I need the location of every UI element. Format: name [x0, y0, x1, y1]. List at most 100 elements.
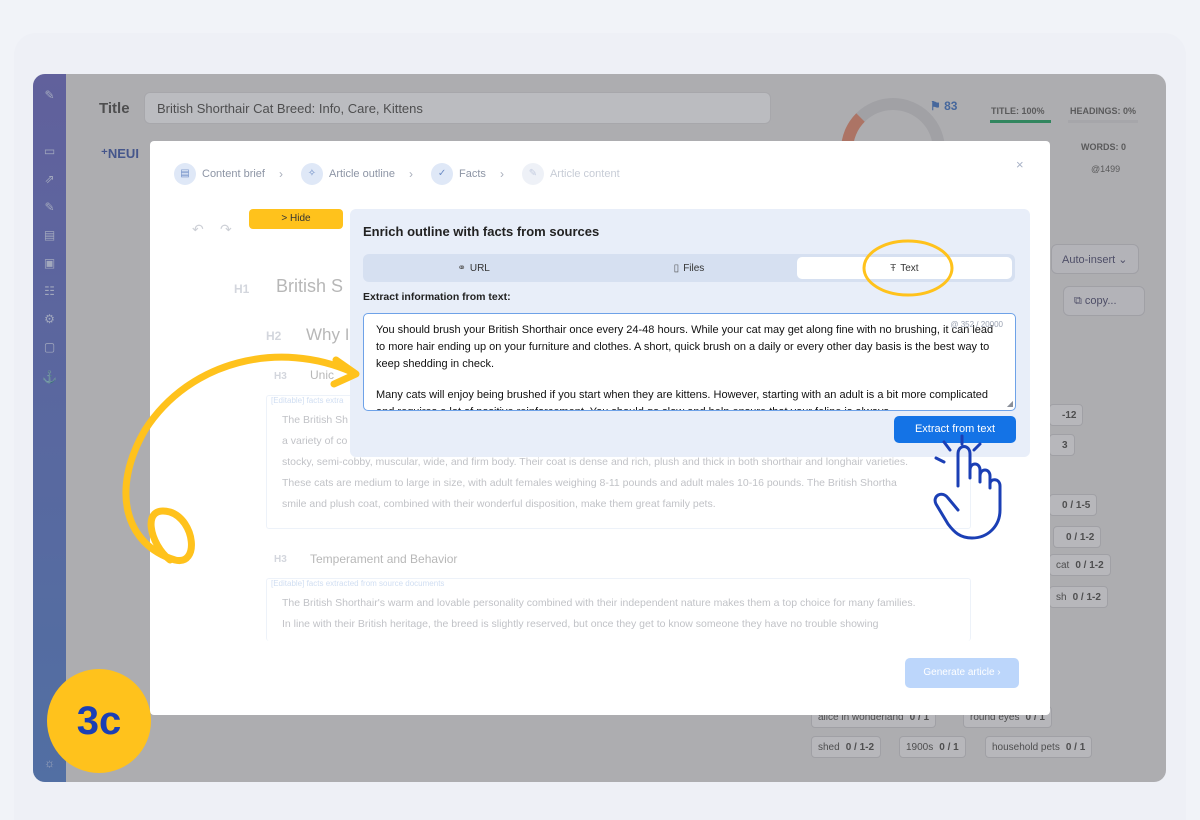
- score-badge-value: 83: [944, 99, 958, 113]
- title-label: Title: [99, 100, 130, 117]
- generate-article-modal: × ▤ Content brief › ✧ Article outline › …: [150, 141, 1050, 715]
- extract-from-text-button[interactable]: Extract from text: [894, 416, 1016, 443]
- keyword-chip[interactable]: 0 / 1-5: [1049, 494, 1098, 516]
- file-icon: ▯: [673, 262, 680, 274]
- close-icon[interactable]: ×: [1016, 157, 1024, 172]
- link-icon: ⚭: [457, 262, 466, 274]
- fact-line: These cats are medium to large in size, …: [282, 477, 897, 489]
- resize-handle-icon[interactable]: ◢: [1007, 399, 1013, 408]
- h1-tag: H1: [234, 282, 250, 296]
- chip-value: 0 / 1-2: [1075, 560, 1104, 571]
- export-icon[interactable]: ⇗: [41, 172, 58, 187]
- headings-stat: HEADINGS: 0%: [1070, 106, 1137, 116]
- neuron-logo: ⁺NEUI: [101, 146, 139, 161]
- pen-icon: ✎: [521, 163, 544, 185]
- text-paragraph: You should brush your British Shorthair …: [376, 324, 994, 370]
- source-text-input[interactable]: @ 352 / 20000 You should brush your Brit…: [363, 313, 1016, 411]
- feather-logo-icon[interactable]: ✎: [41, 88, 58, 103]
- keyword-chip[interactable]: 0 / 1-2: [1053, 526, 1102, 548]
- words-stat: WORDS: 0: [1081, 142, 1126, 152]
- step-article-outline[interactable]: ✧ Article outline: [300, 163, 396, 185]
- fact-line: In line with their British heritage, the…: [282, 618, 879, 630]
- chip-label: sh: [1056, 592, 1067, 603]
- step-label: Content brief: [202, 168, 265, 180]
- folder-icon[interactable]: ▭: [41, 144, 58, 159]
- writer-icon[interactable]: ✎: [41, 200, 58, 215]
- h3-heading[interactable]: Temperament and Behavior: [310, 552, 457, 566]
- step-content-brief[interactable]: ▤ Content brief: [174, 163, 265, 185]
- h2-tag: H2: [266, 329, 282, 343]
- enrich-facts-panel: Enrich outline with facts from sources ⚭…: [350, 209, 1030, 457]
- score-badge: ⚑ 83: [930, 99, 958, 113]
- tab-label: URL: [469, 262, 490, 274]
- chip-value: 3: [1062, 440, 1068, 451]
- panel-title: Enrich outline with facts from sources: [363, 224, 600, 239]
- generate-article-button[interactable]: Generate article ›: [905, 658, 1019, 688]
- step-facts[interactable]: ✓ Facts: [431, 163, 486, 185]
- image-icon[interactable]: ▣: [41, 256, 58, 271]
- chip-label: 1900s: [906, 742, 934, 753]
- settings-icon[interactable]: ⚙: [41, 312, 58, 327]
- chip-label: shed: [818, 742, 840, 753]
- keyword-chip[interactable]: sh 0 / 1-2: [1049, 586, 1108, 608]
- tab-text[interactable]: Ŧ Text: [796, 257, 1012, 279]
- bulb-icon: ✧: [300, 163, 323, 185]
- character-counter: @ 352 / 20000: [950, 320, 1003, 329]
- headings-progress-bar: [1068, 120, 1138, 123]
- check-circle-icon: ✓: [431, 163, 454, 185]
- step-label: Article outline: [328, 168, 396, 180]
- words-target: @1499: [1091, 164, 1121, 174]
- chevron-right-icon: ›: [278, 167, 283, 181]
- title-input[interactable]: British Shorthair Cat Breed: Info, Care,…: [144, 92, 771, 124]
- h2-heading[interactable]: Why I: [306, 325, 349, 345]
- clipboard-icon[interactable]: ▤: [41, 228, 58, 243]
- tab-url[interactable]: ⚭ URL: [366, 257, 581, 279]
- chip-value: 0 / 1-2: [1066, 532, 1095, 543]
- anchor-icon[interactable]: ⚓: [41, 370, 58, 385]
- keyword-chip[interactable]: household pets 0 / 1: [985, 736, 1093, 758]
- keyword-chip[interactable]: shed 0 / 1-2: [811, 736, 882, 758]
- auto-insert-button[interactable]: Auto-insert ⌄: [1051, 244, 1139, 274]
- keyword-chip[interactable]: 1900s 0 / 1: [899, 736, 966, 758]
- step-label: Facts: [459, 168, 486, 180]
- step-badge: 3c: [47, 669, 151, 773]
- h3-tag: H3: [274, 554, 287, 565]
- facts-label: [Editable] facts extracted from source d…: [271, 579, 445, 588]
- tab-label: Files: [683, 262, 705, 274]
- text-paragraph: Many cats will enjoy being brushed if yo…: [376, 389, 989, 410]
- chip-label: household pets: [992, 742, 1060, 753]
- id-card-icon[interactable]: ▢: [41, 340, 58, 355]
- copy-button[interactable]: ⧉ copy...: [1063, 286, 1145, 316]
- wizard-steps: ▤ Content brief › ✧ Article outline › ✓ …: [174, 163, 620, 185]
- sun-icon[interactable]: ☼: [41, 756, 58, 771]
- logo-text: NEUI: [107, 146, 139, 161]
- chip-value: 0 / 1-2: [1072, 592, 1101, 603]
- step-article-content[interactable]: ✎ Article content: [521, 163, 620, 185]
- h3-heading[interactable]: Unic: [310, 368, 334, 382]
- fact-line: The British Shorthair's warm and lovable…: [282, 597, 916, 609]
- team-icon[interactable]: ☷: [41, 284, 58, 299]
- document-icon: ▤: [174, 163, 196, 185]
- keyword-chip[interactable]: -12: [1049, 404, 1084, 426]
- h1-heading[interactable]: British S: [276, 276, 343, 297]
- facts-box[interactable]: [Editable] facts extracted from source d…: [266, 578, 971, 641]
- source-tabs: ⚭ URL ▯ Files Ŧ Text: [363, 254, 1015, 282]
- copy-label: copy...: [1084, 295, 1117, 307]
- hide-panel-button[interactable]: > Hide: [249, 209, 343, 229]
- chevron-right-icon: ›: [409, 167, 414, 181]
- step-label: Article content: [549, 168, 620, 180]
- chip-value: 0 / 1: [1065, 742, 1086, 753]
- auto-insert-label: Auto-insert: [1062, 254, 1116, 266]
- chip-value: -12: [1062, 410, 1077, 421]
- chip-value: 0 / 1-2: [845, 742, 875, 753]
- text-icon: Ŧ: [890, 262, 897, 274]
- keyword-chip[interactable]: cat 0 / 1-2: [1049, 554, 1111, 576]
- facts-label: [Editable] facts extra: [271, 396, 344, 405]
- tab-files[interactable]: ▯ Files: [581, 257, 796, 279]
- undo-icon[interactable]: ↶: [192, 221, 204, 238]
- keyword-chip[interactable]: 3: [1049, 434, 1075, 456]
- redo-icon[interactable]: ↷: [220, 221, 232, 238]
- chip-value: 0 / 1: [939, 742, 959, 753]
- extract-label: Extract information from text:: [363, 291, 511, 303]
- chip-label: cat: [1056, 560, 1070, 571]
